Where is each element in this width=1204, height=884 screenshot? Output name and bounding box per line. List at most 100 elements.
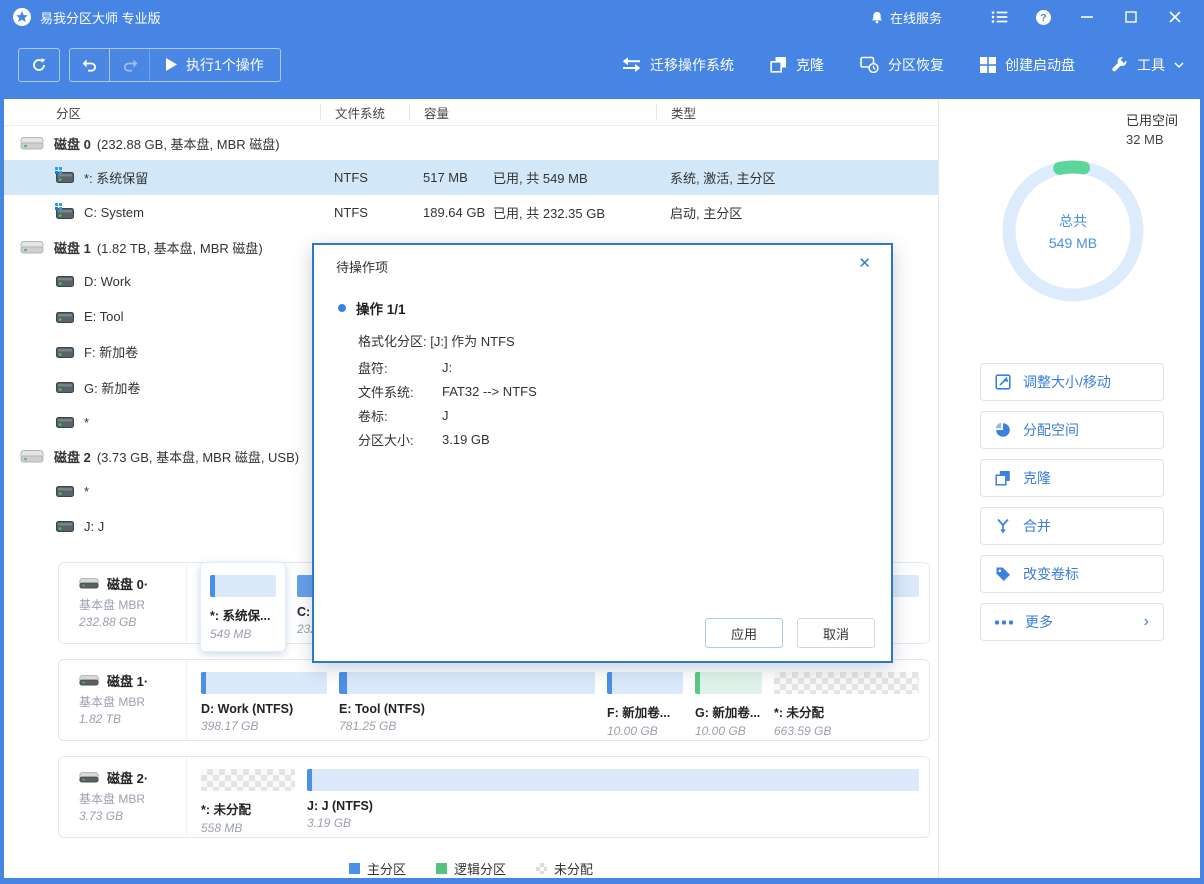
clone-partition-button[interactable]: 克隆: [980, 459, 1164, 497]
diskmap-partition-unallocated[interactable]: *: 未分配 663.59 GB: [774, 672, 919, 740]
titlebar: 易我分区大师 专业版 在线服务 ?: [0, 0, 1204, 34]
disk-group-row[interactable]: 磁盘 0 (232.88 GB, 基本盘, MBR 磁盘): [4, 126, 938, 159]
clone-button[interactable]: 克隆: [770, 55, 824, 75]
clone-icon: [995, 470, 1011, 486]
disk1-card: 磁盘 1· 基本盘 MBR 1.82 TB D: Work (NTFS) 398…: [58, 659, 930, 741]
disk2-info[interactable]: 磁盘 2· 基本盘 MBR 3.73 GB: [59, 757, 187, 837]
disk-icon: [20, 449, 44, 464]
total-value: 549 MB: [993, 235, 1153, 251]
undo-button[interactable]: [70, 49, 110, 81]
online-service-button[interactable]: 在线服务: [870, 8, 942, 27]
diskmap-partition-f-volume[interactable]: F: 新加卷... 10.00 GB: [607, 672, 683, 740]
resize-move-button[interactable]: 调整大小/移动: [980, 363, 1164, 401]
diskmap-partition-d-work[interactable]: D: Work (NTFS) 398.17 GB: [201, 672, 327, 740]
windows-icon: [980, 57, 996, 73]
change-label-button[interactable]: 改变卷标: [980, 555, 1164, 593]
diskmap-partition-g-volume[interactable]: G: 新加卷... 10.00 GB: [695, 672, 762, 740]
partition-bar: [695, 672, 762, 694]
disk-icon: [79, 771, 99, 784]
partition-bar: [201, 672, 327, 694]
app-window: 易我分区大师 专业版 在线服务 ?: [0, 0, 1204, 884]
partition-icon: [56, 416, 74, 428]
diskmap-partition-e-tool[interactable]: E: Tool (NTFS) 781.25 GB: [339, 672, 595, 740]
refresh-button[interactable]: [19, 49, 59, 81]
create-boot-disk-button[interactable]: 创建启动盘: [980, 55, 1075, 75]
operation-counter: 操作 1/1: [356, 298, 406, 318]
toolbar: 执行1个操作 迁移操作系统 克隆 分区恢复 创建启动盘 工具: [0, 34, 1204, 99]
chevron-right-icon: ›: [1144, 614, 1149, 630]
side-panel: 已用空间 32 MB 总共 549 MB 调整大小/移动 分配空间: [938, 99, 1200, 878]
pie-chart-icon: [995, 422, 1011, 438]
unallocated-swatch: [536, 863, 547, 874]
dialog-title: 待操作项: [336, 257, 388, 276]
cancel-button[interactable]: 取消: [797, 618, 875, 648]
diskmap-partition-unallocated[interactable]: *: 未分配 558 MB: [201, 769, 295, 837]
operations-list-icon[interactable]: [984, 4, 1014, 30]
svg-text:?: ?: [1040, 12, 1046, 24]
maximize-button[interactable]: [1116, 4, 1146, 30]
more-button[interactable]: 更多 ›: [980, 603, 1164, 641]
clone-icon: [770, 56, 787, 73]
diskmap-partition-j[interactable]: J: J (NTFS) 3.19 GB: [307, 769, 919, 837]
operation-description: 格式化分区: [J:] 作为 NTFS: [358, 331, 515, 350]
chevron-down-icon: [1174, 62, 1184, 68]
partition-icon: [56, 207, 74, 219]
partition-recovery-button[interactable]: 分区恢复: [860, 55, 944, 75]
used-space-label: 已用空间: [1126, 110, 1178, 129]
partition-icon: [56, 485, 74, 497]
migrate-os-icon: [622, 57, 641, 72]
operation-details: 盘符:J: 文件系统:FAT32 --> NTFS 卷标:J 分区大小:3.19…: [358, 355, 537, 451]
partition-row-system-reserved[interactable]: *: 系统保留 NTFS 517 MB已用, 共 549 MB 系统, 激活, …: [4, 160, 938, 195]
disk-icon: [79, 674, 99, 687]
redo-button[interactable]: [110, 49, 150, 81]
help-icon[interactable]: ?: [1028, 4, 1058, 30]
logical-partition-swatch: [436, 863, 447, 874]
col-filesystem: 文件系统: [320, 104, 409, 120]
partition-icon: [56, 171, 74, 183]
disk-icon: [20, 240, 44, 255]
app-logo-icon: [12, 7, 32, 27]
used-space-value: 32 MB: [1126, 132, 1178, 147]
disk-icon: [79, 577, 99, 590]
disk0-info[interactable]: 磁盘 0· 基本盘 MBR 232.88 GB: [59, 563, 187, 643]
disk2-card: 磁盘 2· 基本盘 MBR 3.73 GB *: 未分配 558 MB: [58, 756, 930, 838]
partition-icon: [56, 346, 74, 358]
partition-bar: [210, 575, 276, 597]
partition-bar: [339, 672, 595, 694]
partition-icon: [56, 275, 74, 287]
legend: 主分区 逻辑分区 未分配: [4, 859, 938, 878]
resize-move-icon: [995, 374, 1011, 390]
partition-bar: [201, 769, 295, 791]
partition-icon: [56, 381, 74, 393]
merge-icon: [995, 518, 1011, 534]
play-icon: [166, 58, 177, 71]
merge-button[interactable]: 合并: [980, 507, 1164, 545]
partition-bar: [774, 672, 919, 694]
operation-bullet: [338, 304, 346, 312]
disk1-info[interactable]: 磁盘 1· 基本盘 MBR 1.82 TB: [59, 660, 187, 740]
close-button[interactable]: [1160, 4, 1190, 30]
partition-row-c-system[interactable]: C: System NTFS 189.64 GB已用, 共 232.35 GB …: [4, 195, 938, 230]
dialog-close-icon[interactable]: ✕: [858, 254, 871, 272]
partition-icon: [56, 311, 74, 323]
total-label: 总共: [993, 211, 1153, 231]
partition-bar: [307, 769, 919, 791]
diskmap-partition-system-reserved[interactable]: *: 系统保... 549 MB: [201, 563, 285, 651]
tools-menu-button[interactable]: 工具: [1111, 55, 1184, 75]
col-partition: 分区: [4, 104, 320, 120]
col-capacity: 容量: [409, 104, 656, 120]
minimize-button[interactable]: [1072, 4, 1102, 30]
execute-operations-button[interactable]: 执行1个操作: [150, 55, 280, 75]
partition-icon: [56, 520, 74, 532]
app-title: 易我分区大师 专业版: [40, 8, 161, 27]
migrate-os-button[interactable]: 迁移操作系统: [622, 55, 734, 75]
pending-operations-dialog: 待操作项 ✕ 操作 1/1 格式化分区: [J:] 作为 NTFS 盘符:J: …: [312, 243, 893, 663]
primary-partition-swatch: [349, 863, 360, 874]
main-area: 分区 文件系统 容量 类型 磁盘 0 (232.88 GB, 基本盘, MBR …: [4, 99, 1200, 878]
allocate-space-button[interactable]: 分配空间: [980, 411, 1164, 449]
bell-icon: [870, 10, 884, 25]
partition-bar: [607, 672, 683, 694]
apply-button[interactable]: 应用: [705, 618, 783, 648]
more-dots-icon: [995, 620, 1013, 625]
partition-recovery-icon: [860, 56, 879, 73]
